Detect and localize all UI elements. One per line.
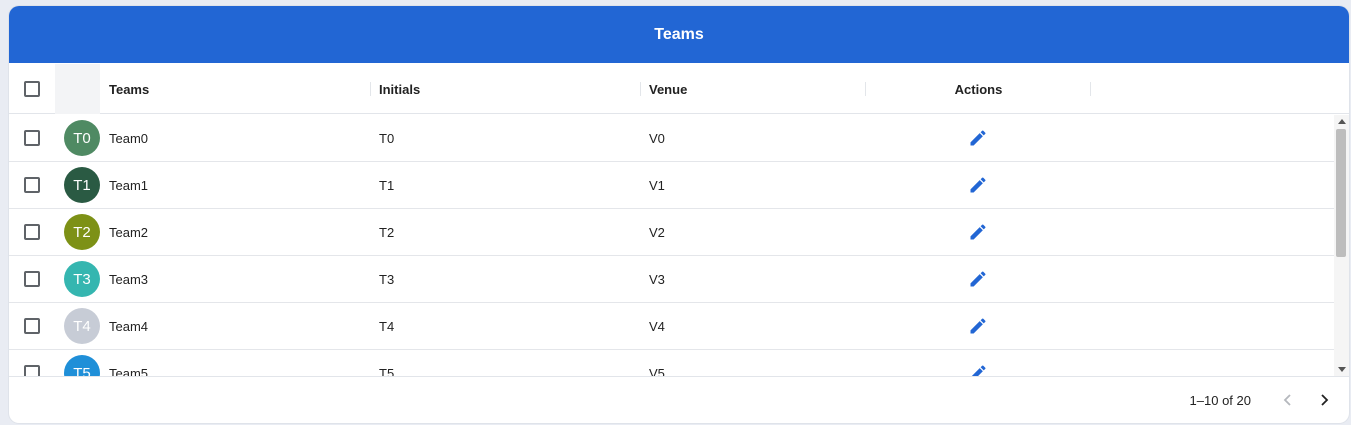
table-row[interactable]: T2 Team2 T2 V2 (9, 209, 1334, 256)
edit-button[interactable] (968, 162, 988, 208)
avatar-cell: T4 (64, 303, 100, 349)
pencil-icon (971, 365, 986, 376)
row-checkbox[interactable] (24, 177, 40, 193)
avatar-cell: T1 (64, 162, 100, 208)
table-row[interactable]: T4 Team4 T4 V4 (9, 303, 1334, 350)
team-name-cell: Team1 (109, 177, 149, 193)
row-checkbox[interactable] (24, 318, 40, 334)
chevron-left-icon (1283, 394, 1291, 406)
column-header-teams-label: Teams (109, 81, 150, 97)
team-name-cell: Team0 (109, 130, 149, 146)
table-row[interactable]: T1 Team1 T1 V1 (9, 162, 1334, 209)
row-select-cell (24, 209, 40, 255)
scrollbar-thumb[interactable] (1336, 129, 1346, 257)
edit-button[interactable] (968, 256, 988, 302)
column-separator[interactable] (1090, 82, 1091, 96)
column-header-venue[interactable]: Venue (649, 64, 687, 114)
avatar: T0 (64, 120, 100, 156)
initials-cell: T0 (379, 130, 395, 146)
scroll-up-arrow-icon[interactable] (1338, 119, 1346, 124)
row-select-cell (24, 350, 40, 376)
avatar-cell: T2 (64, 209, 100, 255)
avatar: T2 (64, 214, 100, 250)
avatar: T1 (64, 167, 100, 203)
avatar-cell: T3 (64, 256, 100, 302)
column-header-initials[interactable]: Initials (379, 64, 420, 114)
initials-cell: T1 (379, 177, 395, 193)
next-page-button[interactable] (1311, 387, 1337, 413)
venue-cell: V1 (649, 177, 665, 193)
avatar: T5 (64, 355, 100, 376)
row-select-cell (24, 303, 40, 349)
row-select-cell (24, 115, 40, 161)
initials-cell: T4 (379, 318, 395, 334)
column-separator[interactable] (370, 82, 371, 96)
table-row[interactable]: T5 Team5 T5 V5 (9, 350, 1334, 376)
column-header-venue-label: Venue (649, 81, 688, 97)
column-header-initials-label: Initials (379, 81, 421, 97)
pagination-range: 1–10 of 20 (1189, 392, 1251, 408)
edit-button[interactable] (968, 303, 988, 349)
edit-button[interactable] (968, 115, 988, 161)
venue-cell: V3 (649, 271, 665, 287)
scroll-down-arrow-icon[interactable] (1338, 367, 1346, 372)
team-name-cell: Team3 (109, 271, 149, 287)
teams-card: Teams Teams Initials Venue Actions T0 Tea… (9, 6, 1349, 423)
pencil-icon (970, 177, 986, 193)
team-name-cell: Team5 (109, 365, 149, 377)
avatar-cell: T0 (64, 115, 100, 161)
avatar: T4 (64, 308, 100, 344)
avatar: T3 (64, 261, 100, 297)
avatar-cell: T5 (64, 350, 100, 376)
header-bar: Teams (9, 6, 1349, 63)
venue-cell: V4 (649, 318, 665, 334)
pencil-icon (970, 318, 986, 334)
chevron-right-icon (1321, 394, 1329, 406)
page-title: Teams (654, 25, 704, 43)
pencil-icon (970, 130, 986, 146)
venue-cell: V5 (649, 365, 665, 377)
table-row[interactable]: T3 Team3 T3 V3 (9, 256, 1334, 303)
row-select-cell (24, 162, 40, 208)
row-checkbox[interactable] (24, 365, 40, 376)
venue-cell: V0 (649, 130, 665, 146)
column-header-row: Teams Initials Venue Actions (9, 64, 1349, 114)
table-row[interactable]: T0 Team0 T0 V0 (9, 115, 1334, 162)
edit-button[interactable] (968, 350, 988, 376)
column-header-actions-label: Actions (954, 81, 1003, 97)
avatar-column-header (55, 64, 100, 114)
grid-body: T0 Team0 T0 V0 T1 Team1 T1 V1 T2 Team2 T2 V2 T3 Team3… (9, 115, 1334, 376)
vertical-scrollbar[interactable] (1334, 115, 1349, 376)
initials-cell: T3 (379, 271, 395, 287)
edit-button[interactable] (968, 209, 988, 255)
initials-cell: T2 (379, 224, 395, 240)
select-all-checkbox[interactable] (24, 81, 40, 97)
column-header-actions: Actions (866, 64, 1091, 114)
row-checkbox[interactable] (24, 130, 40, 146)
initials-cell: T5 (379, 365, 395, 377)
team-name-cell: Team2 (109, 224, 149, 240)
select-all-cell (24, 64, 40, 114)
row-checkbox[interactable] (24, 224, 40, 240)
venue-cell: V2 (649, 224, 665, 240)
pencil-icon (970, 271, 986, 287)
row-checkbox[interactable] (24, 271, 40, 287)
previous-page-button[interactable] (1275, 387, 1301, 413)
teams-data-grid: Teams Initials Venue Actions T0 Team0 T0 V0… (9, 64, 1349, 376)
team-name-cell: Team4 (109, 318, 149, 334)
pencil-icon (970, 224, 986, 240)
column-separator[interactable] (640, 82, 641, 96)
row-select-cell (24, 256, 40, 302)
pagination-footer: 1–10 of 20 (9, 376, 1349, 423)
column-header-teams[interactable]: Teams (109, 64, 149, 114)
